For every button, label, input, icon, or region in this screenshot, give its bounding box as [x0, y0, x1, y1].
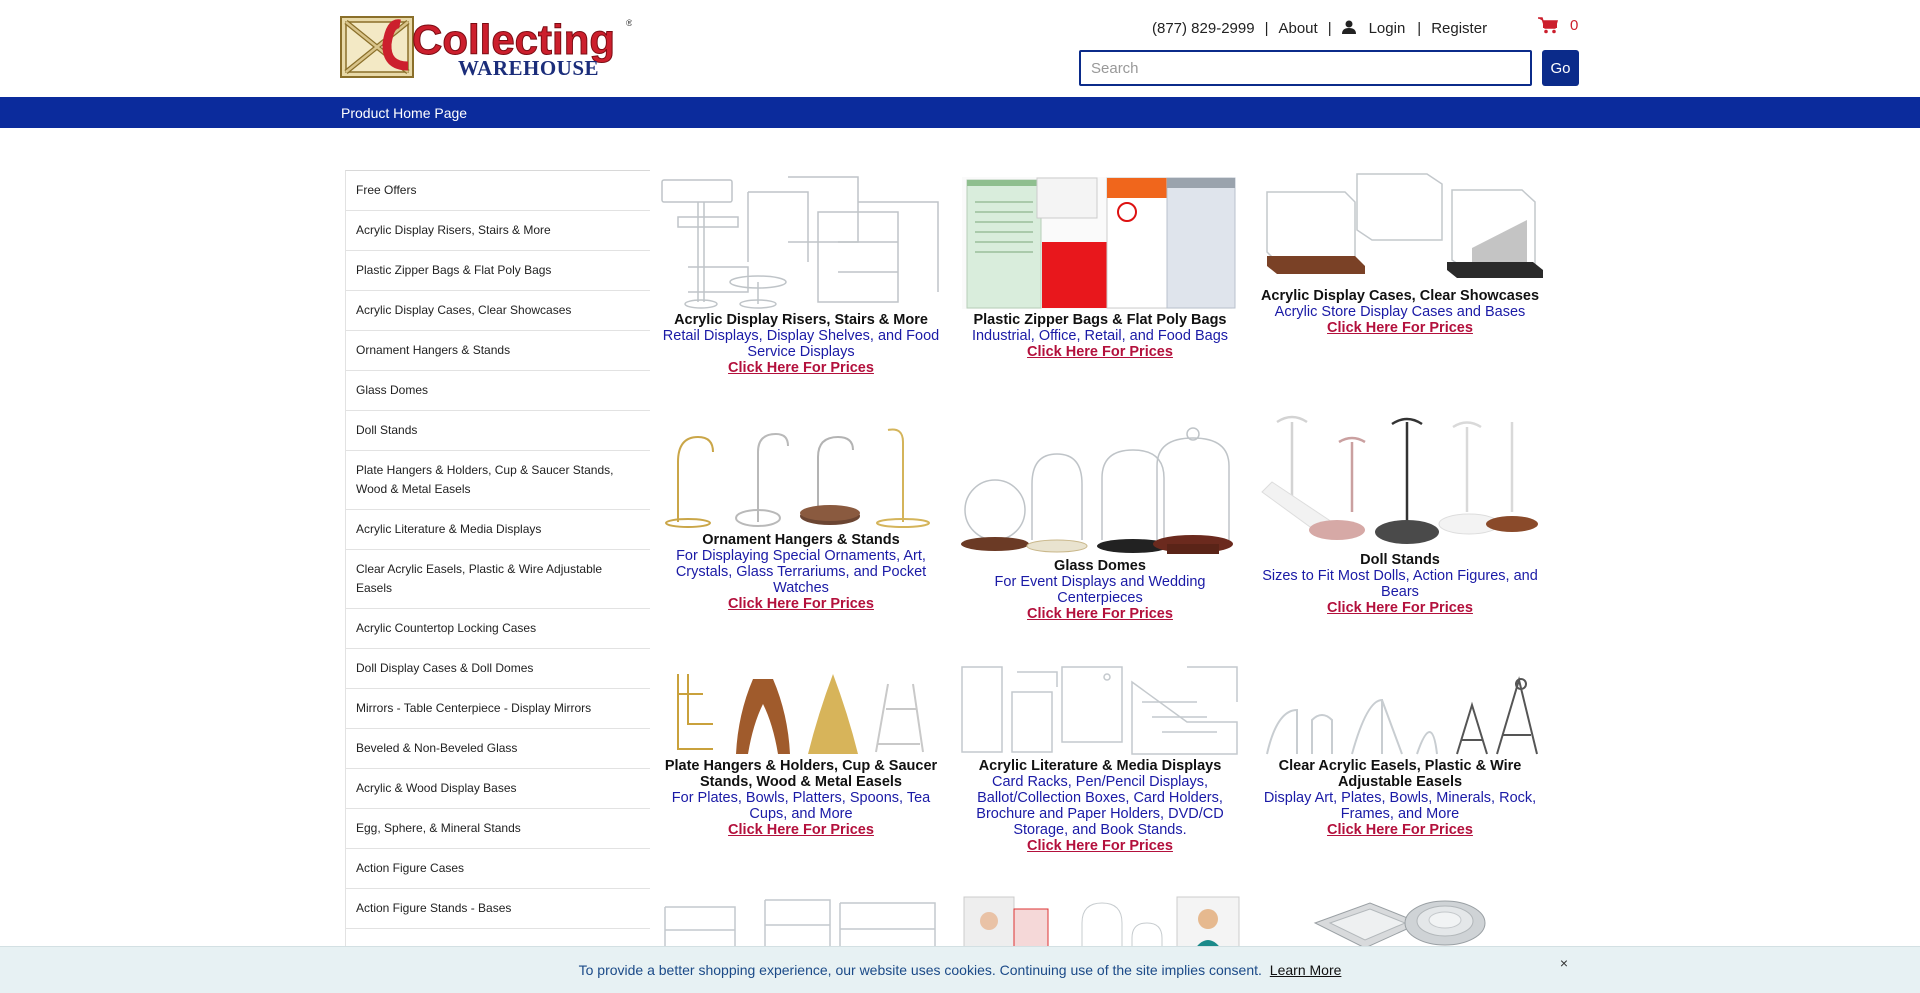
product-image[interactable]: [658, 664, 944, 758]
sidebar-item-plate-hangers[interactable]: Plate Hangers & Holders, Cup & Saucer St…: [345, 450, 650, 509]
sidebar-item-free-offers[interactable]: Free Offers: [345, 170, 650, 210]
product-price-link[interactable]: Click Here For Prices: [656, 360, 946, 376]
product-description: Display Art, Plates, Bowls, Minerals, Ro…: [1263, 790, 1537, 822]
product-description: For Plates, Bowls, Platters, Spoons, Tea…: [671, 790, 931, 822]
sidebar-item-locking-cases[interactable]: Acrylic Countertop Locking Cases: [345, 608, 650, 648]
page: Collecting ® WAREHOUSE (877) 829-2999 | …: [0, 0, 1920, 993]
sidebar-item-action-figure-cases[interactable]: Action Figure Cases: [345, 848, 650, 888]
sidebar-item-ornament-hangers[interactable]: Ornament Hangers & Stands: [345, 330, 650, 370]
cart-count: 0: [1570, 17, 1579, 34]
product-description: For Displaying Special Ornaments, Art, C…: [675, 548, 927, 596]
product-title[interactable]: Acrylic Display Risers, Stairs & More: [656, 312, 946, 328]
divider: |: [1327, 19, 1332, 37]
logo-sub-text: WAREHOUSE: [458, 56, 599, 80]
cart-button[interactable]: 0: [1538, 17, 1578, 34]
sidebar-item-risers[interactable]: Acrylic Display Risers, Stairs & More: [345, 210, 650, 250]
product-title[interactable]: Plastic Zipper Bags & Flat Poly Bags: [955, 312, 1245, 328]
about-link[interactable]: About: [1278, 20, 1317, 37]
cookie-message: To provide a better shopping experience,…: [578, 962, 1262, 978]
sidebar-item-literature-displays[interactable]: Acrylic Literature & Media Displays: [345, 509, 650, 549]
product-price-link[interactable]: Click Here For Prices: [1255, 822, 1545, 838]
product-image[interactable]: [658, 172, 944, 312]
product-price-link[interactable]: Click Here For Prices: [955, 838, 1245, 854]
sidebar-item-mirrors[interactable]: Mirrors - Table Centerpiece - Display Mi…: [345, 688, 650, 728]
product-price-link[interactable]: Click Here For Prices: [656, 822, 946, 838]
product-card[interactable]: Doll Stands Sizes to Fit Most Dolls, Act…: [1255, 412, 1545, 616]
product-description: Industrial, Office, Retail, and Food Bag…: [971, 328, 1229, 344]
close-icon[interactable]: ×: [1555, 954, 1573, 972]
cookie-banner: To provide a better shopping experience,…: [0, 946, 1920, 993]
product-card[interactable]: Ornament Hangers & Stands For Displaying…: [656, 422, 946, 612]
product-image[interactable]: [1257, 412, 1543, 552]
sidebar-item-display-cases[interactable]: Acrylic Display Cases, Clear Showcases: [345, 290, 650, 330]
product-title[interactable]: Glass Domes: [955, 558, 1245, 574]
nav-bar: Product Home Page: [0, 97, 1920, 128]
product-title[interactable]: Acrylic Literature & Media Displays: [955, 758, 1245, 774]
product-card[interactable]: Clear Acrylic Easels, Plastic & Wire Adj…: [1255, 670, 1545, 838]
product-title[interactable]: Doll Stands: [1255, 552, 1545, 568]
nav-product-home[interactable]: Product Home Page: [341, 105, 467, 121]
site-header: Collecting ® WAREHOUSE (877) 829-2999 | …: [0, 0, 1920, 96]
category-sidebar: Free Offers Acrylic Display Risers, Stai…: [345, 170, 650, 968]
product-image[interactable]: [957, 422, 1243, 558]
product-image[interactable]: [1257, 170, 1543, 288]
product-card[interactable]: Acrylic Literature & Media Displays Card…: [955, 662, 1245, 854]
sidebar-item-easels[interactable]: Clear Acrylic Easels, Plastic & Wire Adj…: [345, 549, 650, 608]
user-icon: [1341, 20, 1356, 34]
product-image[interactable]: [957, 662, 1243, 758]
register-link[interactable]: Register: [1431, 20, 1487, 37]
product-image[interactable]: [962, 893, 1242, 953]
product-image[interactable]: [1257, 670, 1543, 758]
product-image[interactable]: [1310, 893, 1490, 953]
product-price-link[interactable]: Click Here For Prices: [656, 596, 946, 612]
sidebar-item-action-figure-stands[interactable]: Action Figure Stands - Bases: [345, 888, 650, 928]
product-price-link[interactable]: Click Here For Prices: [955, 344, 1245, 360]
product-description: For Event Displays and Wedding Centerpie…: [994, 574, 1206, 606]
product-description: Sizes to Fit Most Dolls, Action Figures,…: [1262, 568, 1538, 600]
sidebar-item-glass[interactable]: Beveled & Non-Beveled Glass: [345, 728, 650, 768]
sidebar-item-display-bases[interactable]: Acrylic & Wood Display Bases: [345, 768, 650, 808]
product-title[interactable]: Plate Hangers & Holders, Cup & Saucer St…: [656, 758, 946, 790]
product-image[interactable]: [658, 422, 944, 532]
product-price-link[interactable]: Click Here For Prices: [1255, 600, 1545, 616]
product-price-link[interactable]: Click Here For Prices: [1255, 320, 1545, 336]
login-link[interactable]: Login: [1369, 20, 1406, 37]
product-card[interactable]: Acrylic Display Cases, Clear Showcases A…: [1255, 170, 1545, 336]
product-card[interactable]: Plastic Zipper Bags & Flat Poly Bags Ind…: [955, 172, 1245, 360]
product-card[interactable]: Acrylic Display Risers, Stairs & More Re…: [656, 172, 946, 376]
product-description: Card Racks, Pen/Pencil Displays, Ballot/…: [976, 774, 1224, 838]
search-input[interactable]: [1079, 50, 1532, 86]
product-description: Retail Displays, Display Shelves, and Fo…: [662, 328, 940, 360]
sidebar-item-doll-stands[interactable]: Doll Stands: [345, 410, 650, 450]
product-title[interactable]: Clear Acrylic Easels, Plastic & Wire Adj…: [1255, 758, 1545, 790]
product-card[interactable]: Plate Hangers & Holders, Cup & Saucer St…: [656, 664, 946, 838]
sidebar-item-glass-domes[interactable]: Glass Domes: [345, 370, 650, 410]
search-go-button[interactable]: Go: [1542, 50, 1579, 86]
sidebar-item-zipper-bags[interactable]: Plastic Zipper Bags & Flat Poly Bags: [345, 250, 650, 290]
phone-number[interactable]: (877) 829-2999: [1152, 20, 1255, 37]
product-price-link[interactable]: Click Here For Prices: [955, 606, 1245, 622]
cookie-learn-more-link[interactable]: Learn More: [1270, 962, 1342, 978]
product-image[interactable]: [957, 172, 1243, 312]
header-links: (877) 829-2999 | About | Login | Registe…: [1152, 18, 1487, 38]
divider: |: [1417, 19, 1422, 37]
product-title[interactable]: Acrylic Display Cases, Clear Showcases: [1255, 288, 1545, 304]
sidebar-item-egg-stands[interactable]: Egg, Sphere, & Mineral Stands: [345, 808, 650, 848]
cart-icon: [1538, 17, 1558, 34]
divider: |: [1264, 19, 1269, 37]
product-description: Acrylic Store Display Cases and Bases: [1274, 304, 1526, 320]
product-title[interactable]: Ornament Hangers & Stands: [656, 532, 946, 548]
site-logo[interactable]: Collecting ® WAREHOUSE: [340, 14, 633, 80]
sidebar-item-doll-cases[interactable]: Doll Display Cases & Doll Domes: [345, 648, 650, 688]
svg-text:®: ®: [626, 18, 632, 28]
product-card[interactable]: Glass Domes For Event Displays and Weddi…: [955, 422, 1245, 622]
